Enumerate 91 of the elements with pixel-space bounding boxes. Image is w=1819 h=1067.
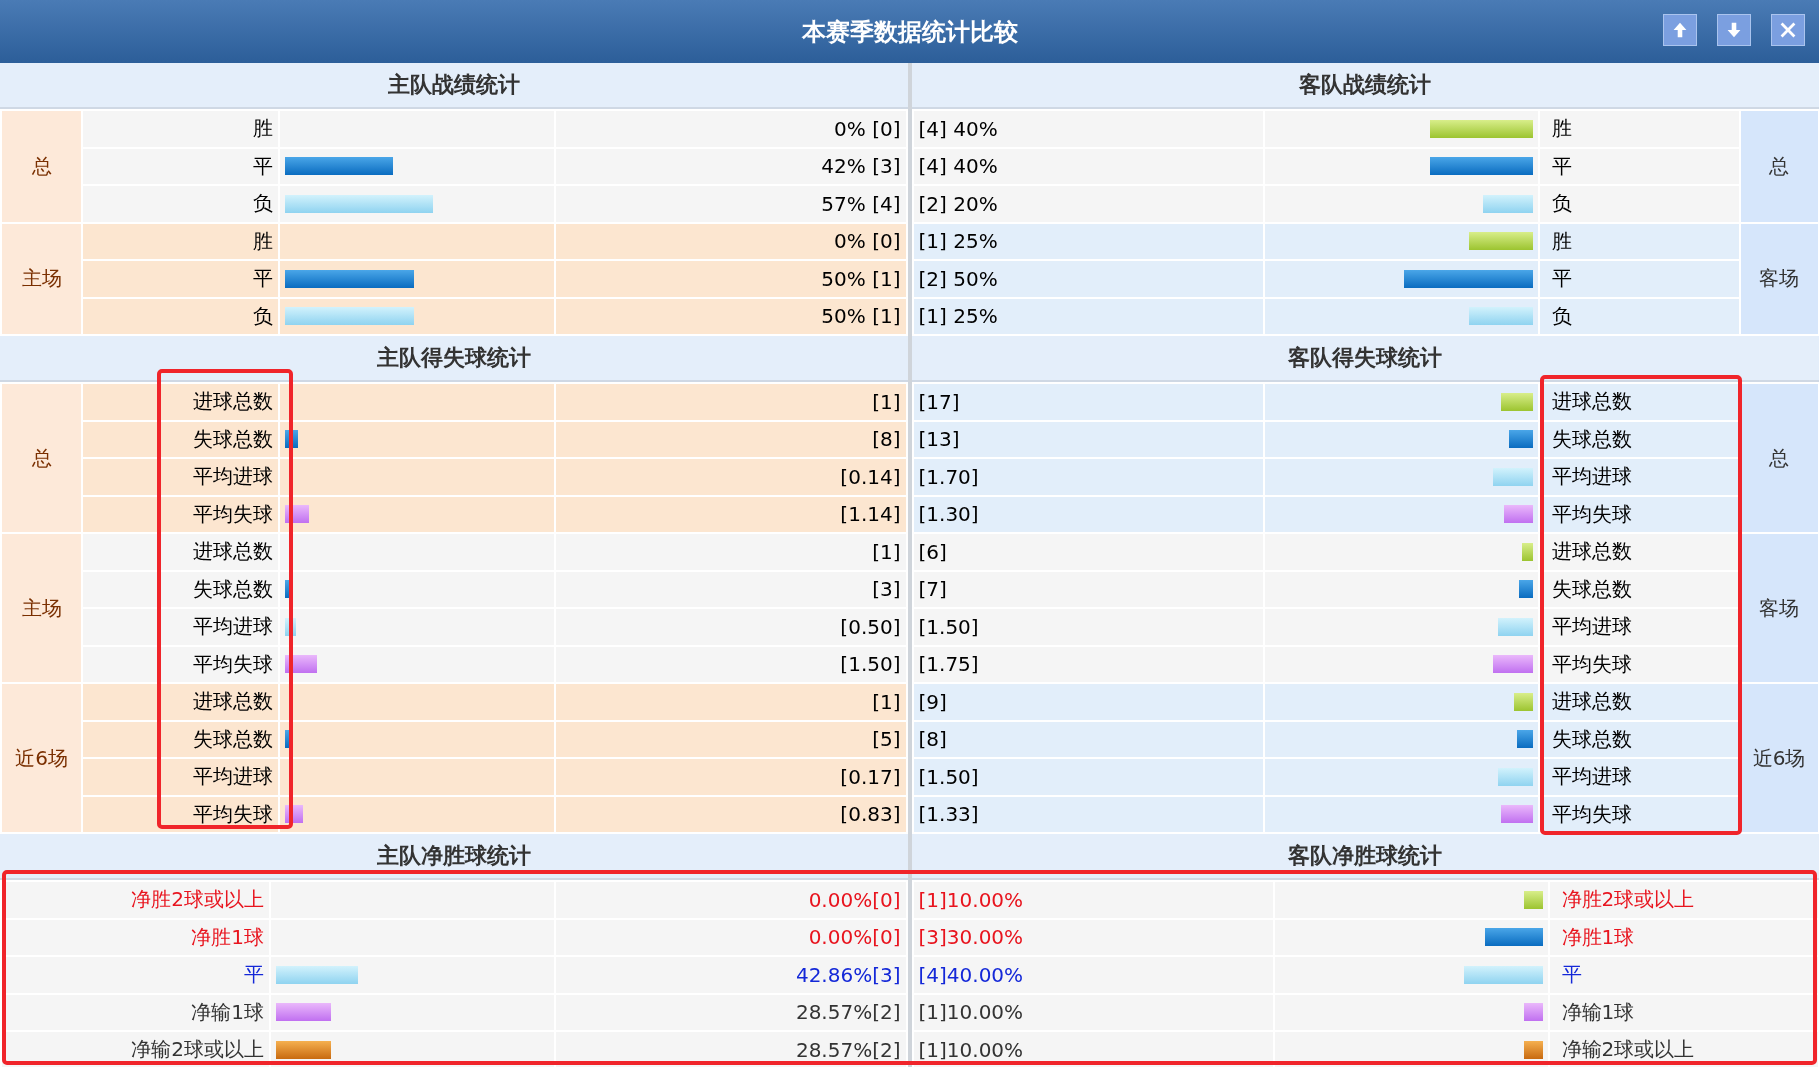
stat-label: 负 (82, 185, 279, 223)
stat-label: 平均进球 (82, 608, 279, 646)
stat-label: 失球总数 (82, 420, 279, 458)
stat-label: 失球总数 (82, 570, 279, 608)
stat-value: [4] 40% (912, 110, 1264, 148)
group-label: 主场 (1, 533, 82, 683)
section-header: 主队净胜球统计 (0, 834, 908, 880)
stat-value: 0.00%[0] (555, 881, 907, 919)
stat-label: 负 (1538, 297, 1740, 335)
group-label: 总 (1739, 383, 1819, 533)
group-label: 总 (1739, 110, 1819, 223)
stat-label: 平均进球 (82, 758, 279, 796)
move-up-button[interactable] (1663, 14, 1697, 46)
stat-label: 进球总数 (82, 383, 279, 421)
stat-value: [1.33] (912, 795, 1264, 833)
stat-value: [1] 25% (912, 222, 1264, 260)
group-label: 近6场 (1739, 683, 1819, 833)
stat-value: [1.50] (912, 758, 1264, 796)
stat-label: 失球总数 (82, 720, 279, 758)
stat-value: 50% [1] (555, 260, 907, 298)
stat-value: 42% [3] (555, 147, 907, 185)
stat-value: 28.57%[2] (555, 993, 907, 1031)
stat-value: [3]30.00% (912, 918, 1274, 956)
stat-value: [1] 25% (912, 297, 1264, 335)
window-title: 本赛季数据统计比较 (801, 16, 1018, 48)
stat-value: [4]40.00% (912, 956, 1274, 994)
stat-value: 0% [0] (555, 222, 907, 260)
stat-value: 0% [0] (555, 110, 907, 148)
stat-value: [7] (912, 570, 1264, 608)
stat-value: [5] (555, 720, 907, 758)
stat-value: [0.14] (555, 458, 907, 496)
stat-label: 平均失球 (82, 495, 279, 533)
stat-value: [2] 20% (912, 185, 1264, 223)
stat-value: [6] (912, 533, 1264, 571)
stat-value: 57% [4] (555, 185, 907, 223)
stat-label: 胜 (82, 222, 279, 260)
stat-value: [1.75] (912, 645, 1264, 683)
stat-label: 净输1球 (1548, 993, 1819, 1031)
stat-value: [17] (912, 383, 1264, 421)
close-button[interactable] (1771, 14, 1805, 46)
group-label: 近6场 (1, 683, 82, 833)
section-header: 主队战绩统计 (0, 63, 908, 109)
stat-value: [1] (555, 683, 907, 721)
stat-value: [8] (555, 420, 907, 458)
group-label: 主场 (1, 222, 82, 335)
stat-value: [1]10.00% (912, 993, 1274, 1031)
stat-value: [1.70] (912, 458, 1264, 496)
stat-value: [0.83] (555, 795, 907, 833)
stat-label: 平 (82, 147, 279, 185)
group-label: 总 (1, 110, 82, 223)
stat-value: [1.14] (555, 495, 907, 533)
section-header: 主队得失球统计 (0, 336, 908, 382)
stat-label: 平均失球 (82, 645, 279, 683)
stat-value: [0.50] (555, 608, 907, 646)
move-down-button[interactable] (1717, 14, 1751, 46)
stat-label: 进球总数 (82, 533, 279, 571)
stat-label: 负 (82, 297, 279, 335)
stat-value: [0.17] (555, 758, 907, 796)
stat-value: 42.86%[3] (555, 956, 907, 994)
stat-value: [4] 40% (912, 147, 1264, 185)
stat-label: 胜 (1538, 110, 1740, 148)
stat-value: [1]10.00% (912, 881, 1274, 919)
stat-value: [3] (555, 570, 907, 608)
group-label: 客场 (1739, 222, 1819, 335)
stat-label: 进球总数 (82, 683, 279, 721)
stat-value: [8] (912, 720, 1264, 758)
stat-value: 50% [1] (555, 297, 907, 335)
stat-label: 胜 (1538, 222, 1740, 260)
stat-label: 净胜1球 (1548, 918, 1819, 956)
section-header: 客队净胜球统计 (911, 834, 1819, 880)
stat-label: 平 (82, 260, 279, 298)
stat-label: 胜 (82, 110, 279, 148)
stat-label: 平 (1538, 147, 1740, 185)
stat-value: [1.50] (555, 645, 907, 683)
stat-value: [1] (555, 533, 907, 571)
section-header: 客队战绩统计 (911, 63, 1819, 109)
stat-label: 平 (1538, 260, 1740, 298)
stat-value: [2] 50% (912, 260, 1264, 298)
stat-value: [9] (912, 683, 1264, 721)
group-label: 总 (1, 383, 82, 533)
stat-label: 平均进球 (82, 458, 279, 496)
stat-value: [13] (912, 420, 1264, 458)
stat-label: 负 (1538, 185, 1740, 223)
group-label: 客场 (1739, 533, 1819, 683)
stat-value: [1] (555, 383, 907, 421)
stat-value: [1.50] (912, 608, 1264, 646)
stat-value: 0.00%[0] (555, 918, 907, 956)
stat-value: [1.30] (912, 495, 1264, 533)
stat-label: 净胜2球或以上 (1548, 881, 1819, 919)
stat-label: 平 (1548, 956, 1819, 994)
section-header: 客队得失球统计 (911, 336, 1819, 382)
